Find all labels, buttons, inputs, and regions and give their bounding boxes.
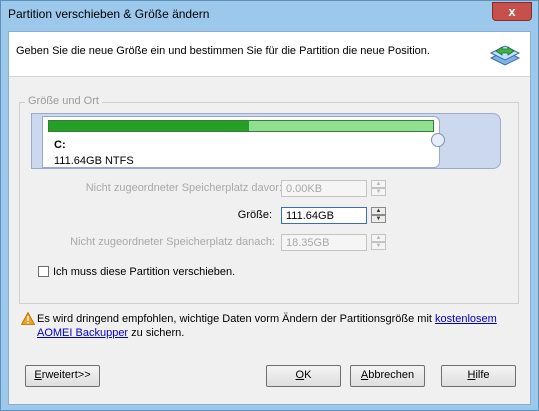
spin-up-icon[interactable]: ▲ [371,207,386,215]
size-field[interactable] [281,207,367,224]
label-unallocated-after: Nicht zugeordneter Speicherplatz danach: [70,236,275,248]
partition-block[interactable]: C: 111.64GB NTFS [42,116,440,168]
ok-label: K [304,369,312,381]
ok-button[interactable]: OK [266,365,341,387]
warning-text-end: zu sichern. [128,327,185,339]
instruction-header: Geben Sie die neue Größe ein und bestimm… [9,32,530,77]
warning-text: Es wird dringend empfohlen, wichtige Dat… [37,313,436,325]
unallocated-before-spinner[interactable]: ▲ ▼ [371,180,386,197]
cancel-label: bbrechen [368,369,415,381]
spin-up-icon[interactable]: ▲ [371,180,386,188]
help-button[interactable]: Hilfe [441,365,516,387]
partition-letter: C: [54,139,66,151]
close-button[interactable]: x [492,2,532,21]
spin-down-icon[interactable]: ▼ [371,215,386,223]
spin-down-icon[interactable]: ▼ [371,242,386,250]
advanced-label: rweitert>> [41,369,91,381]
label-unallocated-before: Nicht zugeordneter Speicherplatz davor: [85,182,282,194]
usage-bar [48,120,434,132]
warning-icon [21,312,35,325]
usage-bar-fill [49,121,249,131]
dialog-window: Partition verschieben & Größe ändern x G… [0,0,539,411]
resize-arrows-icon [489,45,521,66]
instruction-text: Geben Sie die neue Größe ein und bestimm… [16,45,430,57]
move-partition-option[interactable]: Ich muss diese Partition verschieben. [38,266,235,278]
close-icon: x [508,4,516,19]
help-label: ilfe [475,369,490,381]
unallocated-after-field[interactable] [281,234,367,251]
spin-up-icon[interactable]: ▲ [371,234,386,242]
dialog-content: Geben Sie die neue Größe ein und bestimm… [8,31,531,405]
advanced-mnemonic: E [34,369,42,381]
cancel-button[interactable]: Abbrechen [350,365,425,387]
partition-info: 111.64GB NTFS [54,155,134,167]
ok-mnemonic: O [295,369,305,381]
group-title: Größe und Ort [25,95,102,107]
move-partition-checkbox[interactable] [38,266,49,277]
move-partition-label[interactable]: Ich muss diese Partition verschieben. [53,266,235,278]
title-bar[interactable]: Partition verschieben & Größe ändern x [1,1,538,27]
window-title: Partition verschieben & Größe ändern [8,7,210,21]
spin-down-icon[interactable]: ▼ [371,188,386,196]
backup-warning: Es wird dringend empfohlen, wichtige Dat… [37,312,507,340]
size-spinner[interactable]: ▲ ▼ [371,207,386,224]
unallocated-before-field[interactable] [281,180,367,197]
advanced-button[interactable]: Erweitert>> [25,365,100,387]
unallocated-after-spinner[interactable]: ▲ ▼ [371,234,386,251]
label-size: Größe: [237,209,272,221]
resize-handle[interactable] [431,133,445,147]
